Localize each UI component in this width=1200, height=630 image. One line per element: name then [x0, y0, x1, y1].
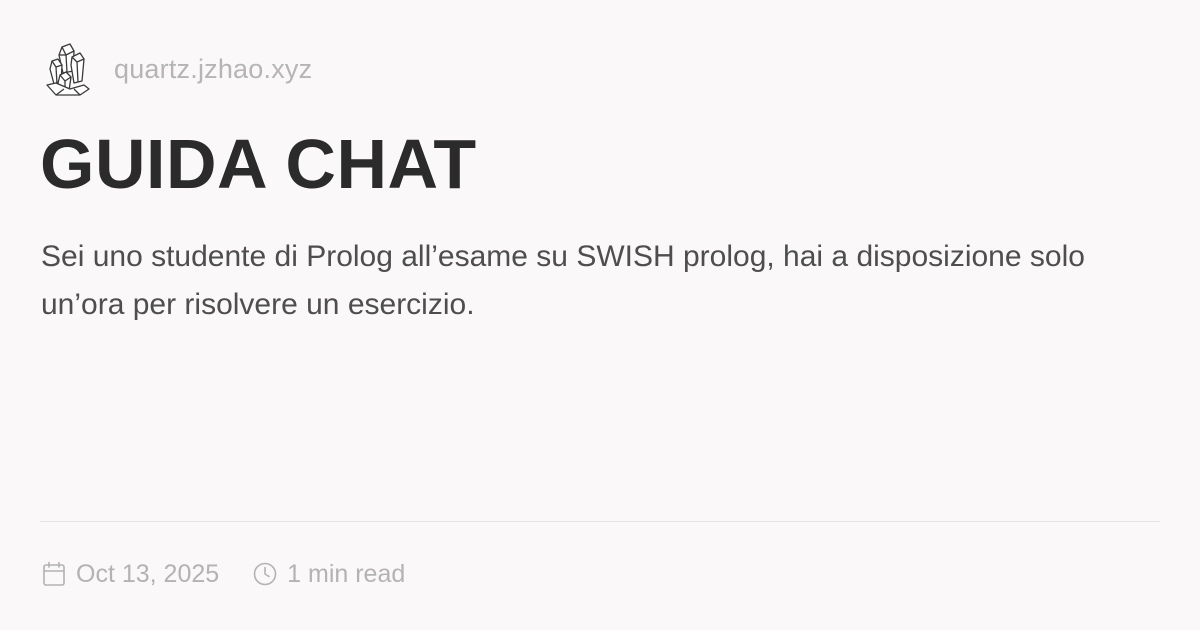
reading-time-text: 1 min read — [287, 559, 406, 588]
site-header: quartz.jzhao.xyz — [44, 40, 312, 98]
og-card: quartz.jzhao.xyz GUIDA CHAT Sei uno stud… — [0, 0, 1200, 630]
calendar-icon — [43, 561, 65, 586]
post-date: Oct 13, 2025 — [42, 560, 219, 589]
divider — [40, 521, 1160, 522]
reading-time: 1 min read — [253, 560, 405, 589]
clock-icon — [253, 562, 277, 586]
page-description: Sei uno studente di Prolog all’esame su … — [41, 240, 1085, 321]
page-title: GUIDA CHAT — [40, 125, 477, 203]
post-meta: Oct 13, 2025 1 min read — [42, 556, 405, 592]
crystal-icon — [46, 43, 90, 96]
site-name[interactable]: quartz.jzhao.xyz — [114, 54, 312, 85]
post-date-text: Oct 13, 2025 — [76, 559, 220, 588]
